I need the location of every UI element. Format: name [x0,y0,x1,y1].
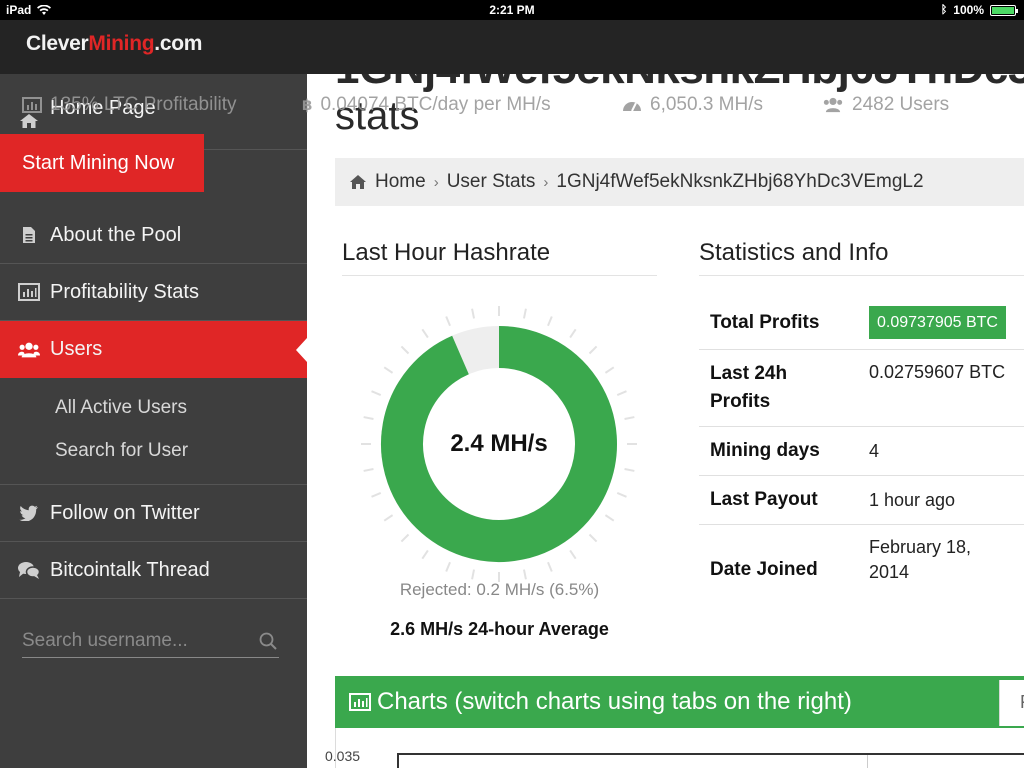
stat-users: 2482 Users [822,94,949,116]
chart-y-tick: 0.035 [325,748,361,764]
page-title: 1GNj4fWef5ekNksnkZHbj68YhDc3V [335,74,1024,94]
sidebar-item-twitter[interactable]: Follow on Twitter [0,485,307,542]
users-icon [18,341,40,359]
logo-part-clever: Clever [26,32,89,55]
bar-chart-icon [22,97,42,113]
table-row: Total Profits 0.09737905 BTC [699,296,1024,350]
chevron-right-icon: › [433,173,439,191]
breadcrumb-address: 1GNj4fWef5ekNksnkZHbj68YhDc3VEmgL2 [556,171,924,192]
info-panel-title: Statistics and Info [699,239,1024,276]
row-label: Last 24h Profits [699,349,859,427]
stats-table: Total Profits 0.09737905 BTC Last 24h Pr… [699,296,1024,595]
logo-part-com: .com [154,32,203,55]
row-value: 1 hour ago [859,475,1024,525]
start-mining-button[interactable]: Start Mining Now [0,134,204,192]
sidebar-item-label: Users [50,338,103,360]
chart-gridline [867,755,868,768]
breadcrumb: Home › User Stats › 1GNj4fWef5ekNksnkZHb… [335,158,1024,206]
site-header: CleverMining.com [0,20,1024,74]
status-time: 2:21 PM [489,3,535,17]
search-username-input[interactable] [22,626,247,656]
chart-tab[interactable]: F [999,680,1024,726]
stat-text: 135% LTC Profitability [50,94,237,115]
stat-text: 2482 Users [852,94,950,115]
row-value: 4 [859,426,1024,476]
search-icon[interactable] [259,632,277,655]
site-logo[interactable]: CleverMining.com [26,32,202,56]
battery-icon [990,4,1018,16]
sidebar-item-bitcointalk[interactable]: Bitcointalk Thread [0,542,307,599]
table-row: Last Payout 1 hour ago [699,475,1024,525]
table-row: Date Joined February 18, 2014 [699,525,1024,596]
chart-plot-frame [397,753,1024,768]
logo-part-mining: Mining [88,32,155,55]
sidebar-item-label: About the Pool [50,223,182,246]
average-hashrate: 2.6 MH/s 24-hour Average [390,619,609,639]
row-label: Last Payout [699,475,859,525]
breadcrumb-home[interactable]: Home [375,171,426,193]
sidebar-item-about[interactable]: About the Pool [0,207,307,264]
bar-chart-icon [18,283,40,301]
stat-text: 6,050.3 MH/s [650,94,763,115]
table-row: Mining days 4 [699,426,1024,476]
row-label: Mining days [699,426,859,476]
table-row: Last 24h Profits 0.02759607 BTC [699,349,1024,427]
hashrate-panel-title: Last Hour Hashrate [342,239,657,276]
row-value: 0.02759607 BTC [859,349,1024,427]
stat-btc-per-day: ฿ 0.04074 BTC/day per MH/s [302,94,551,116]
hashrate-value: 2.4 MH/s [450,430,548,457]
row-value: February 18, 2014 [869,537,972,582]
bar-chart-icon [349,693,371,711]
stat-hashrate: 6,050.3 MH/s [622,94,763,116]
sidebar-search [22,626,279,658]
bitcoin-icon: ฿ [302,97,313,114]
active-indicator [296,338,307,362]
sidebar-item-users[interactable]: Users [0,321,307,378]
twitter-icon [18,505,40,521]
pool-stats-bar: 135% LTC Profitability ฿ 0.04074 BTC/day… [22,94,1022,118]
charts-panel-header: Charts (switch charts using tabs on the … [335,676,1024,728]
battery-percent: 100% [953,3,984,17]
row-label: Total Profits [699,296,859,350]
chevron-right-icon: › [543,173,549,191]
home-icon [350,175,366,189]
status-bar: iPad 2:21 PM ᛒ 100% [0,0,1024,20]
row-label: Date Joined [710,559,818,580]
chat-bubbles-icon [18,561,40,579]
charts-panel-title: Charts (switch charts using tabs on the … [377,688,852,715]
main-content: 1GNj4fWef5ekNksnkZHbj68YhDc3V stats Home… [307,74,1024,768]
sidebar-subitem-all-active-users[interactable]: All Active Users [55,397,187,419]
stat-profitability: 135% LTC Profitability [22,94,237,116]
hashrate-gauge: 2.4 MH/s [354,299,644,589]
stat-text: 0.04074 BTC/day per MH/s [320,94,551,115]
dashboard-icon [623,102,641,112]
bluetooth-icon: ᛒ [940,4,948,16]
sidebar-item-label: Follow on Twitter [50,501,200,524]
sidebar-item-label: Bitcointalk Thread [50,558,210,581]
breadcrumb-user-stats[interactable]: User Stats [447,171,536,193]
sidebar-item-label: Profitability Stats [50,280,199,303]
users-icon [823,97,843,113]
sidebar: Home Page Start Mining Now About the Poo… [0,74,307,768]
sidebar-item-profitability[interactable]: Profitability Stats [0,264,307,321]
rejected-rate: Rejected: 0.2 MH/s (6.5%) [399,580,600,599]
sidebar-subitem-search-user[interactable]: Search for User [55,440,188,462]
document-icon [18,226,40,244]
total-profits-badge: 0.09737905 BTC [869,306,1006,339]
